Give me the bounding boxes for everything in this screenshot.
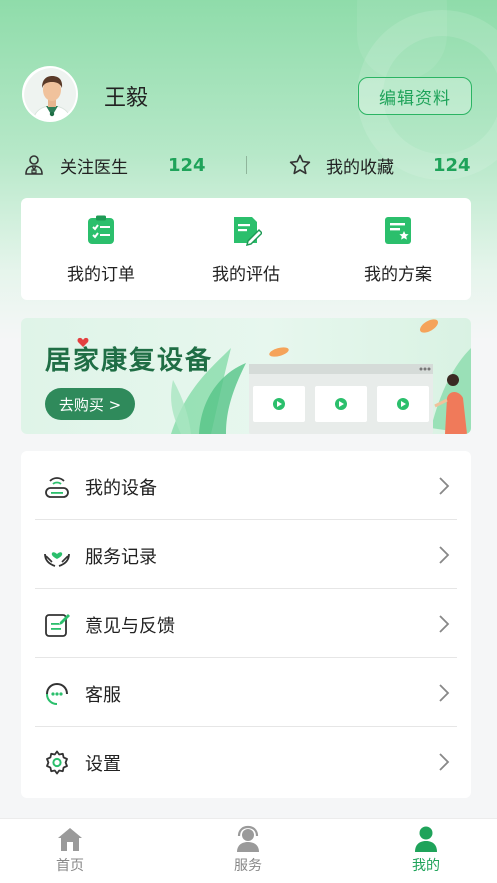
quick-action-label: 我的订单 — [67, 265, 135, 285]
menu-item-label: 意见与反馈 — [85, 616, 175, 637]
menu-item-label: 客服 — [85, 685, 121, 706]
favorites-label: 我的收藏 — [326, 157, 394, 178]
tab-label: 服务 — [234, 858, 262, 874]
home-icon — [58, 828, 82, 851]
chevron-right-icon — [439, 753, 450, 771]
avatar[interactable] — [22, 66, 78, 122]
menu-item-settings[interactable]: 设置 — [21, 727, 471, 796]
star-icon — [289, 154, 311, 175]
follow-doctor-count: 124 — [168, 154, 206, 176]
quick-actions-card: 我的订单 我的评估 我的方案 — [21, 198, 471, 300]
tab-label: 我的 — [412, 858, 440, 874]
menu-item-my-devices[interactable]: 我的设备 — [21, 451, 471, 520]
follow-doctor-label: 关注医生 — [60, 157, 128, 178]
menu-list: 我的设备 服务记录 意见与反馈 客服 设置 — [21, 451, 471, 798]
service-hands-icon — [44, 552, 70, 567]
device-router-icon — [45, 477, 69, 498]
quick-action-orders[interactable]: 我的订单 — [41, 214, 161, 285]
quick-action-plan[interactable]: 我的方案 — [338, 214, 458, 285]
stats-divider — [246, 156, 247, 174]
quick-action-label: 我的方案 — [364, 265, 432, 285]
menu-item-label: 服务记录 — [85, 547, 157, 568]
user-name: 王毅 — [104, 86, 149, 111]
chevron-right-icon — [439, 477, 450, 495]
menu-item-feedback[interactable]: 意见与反馈 — [21, 589, 471, 658]
stats-row: 关注医生 124 我的收藏 124 — [0, 148, 497, 182]
chevron-right-icon — [439, 615, 450, 633]
follow-doctor-stat[interactable]: 关注医生 — [22, 148, 128, 182]
follow-doctor-count-wrap: 124 — [168, 148, 206, 182]
order-clipboard-icon — [88, 215, 114, 244]
doctor-icon — [25, 155, 43, 175]
quick-action-label: 我的评估 — [212, 265, 280, 285]
promo-banner[interactable]: 居家康复设备 去购买 > — [21, 318, 471, 434]
bottom-tab-bar: 首页 服务 我的 — [0, 818, 497, 883]
menu-item-label: 设置 — [85, 754, 121, 775]
service-headset-icon — [237, 825, 259, 852]
user-icon — [415, 826, 437, 852]
customer-service-icon — [46, 682, 68, 705]
tab-label: 首页 — [56, 858, 84, 874]
plan-star-icon — [385, 217, 411, 244]
assessment-edit-icon — [234, 217, 262, 246]
favorites-stat[interactable]: 我的收藏 — [288, 148, 394, 182]
tab-service[interactable]: 服务 — [188, 825, 308, 875]
quick-action-assessment[interactable]: 我的评估 — [186, 214, 306, 285]
chevron-right-icon — [439, 684, 450, 702]
menu-item-customer-service[interactable]: 客服 — [21, 658, 471, 727]
menu-item-service-records[interactable]: 服务记录 — [21, 520, 471, 589]
gear-icon — [46, 750, 68, 775]
tab-mine[interactable]: 我的 — [366, 825, 486, 875]
buy-now-button[interactable]: 去购买 > — [45, 388, 135, 420]
menu-item-label: 我的设备 — [85, 478, 157, 499]
feedback-edit-icon — [45, 614, 70, 637]
tab-home[interactable]: 首页 — [10, 825, 130, 875]
chevron-right-icon — [439, 546, 450, 564]
edit-profile-button[interactable]: 编辑资料 — [358, 77, 472, 115]
favorites-count-wrap: 124 — [433, 148, 471, 182]
favorites-count: 124 — [433, 154, 471, 176]
banner-title: 居家康复设备 — [45, 346, 214, 376]
